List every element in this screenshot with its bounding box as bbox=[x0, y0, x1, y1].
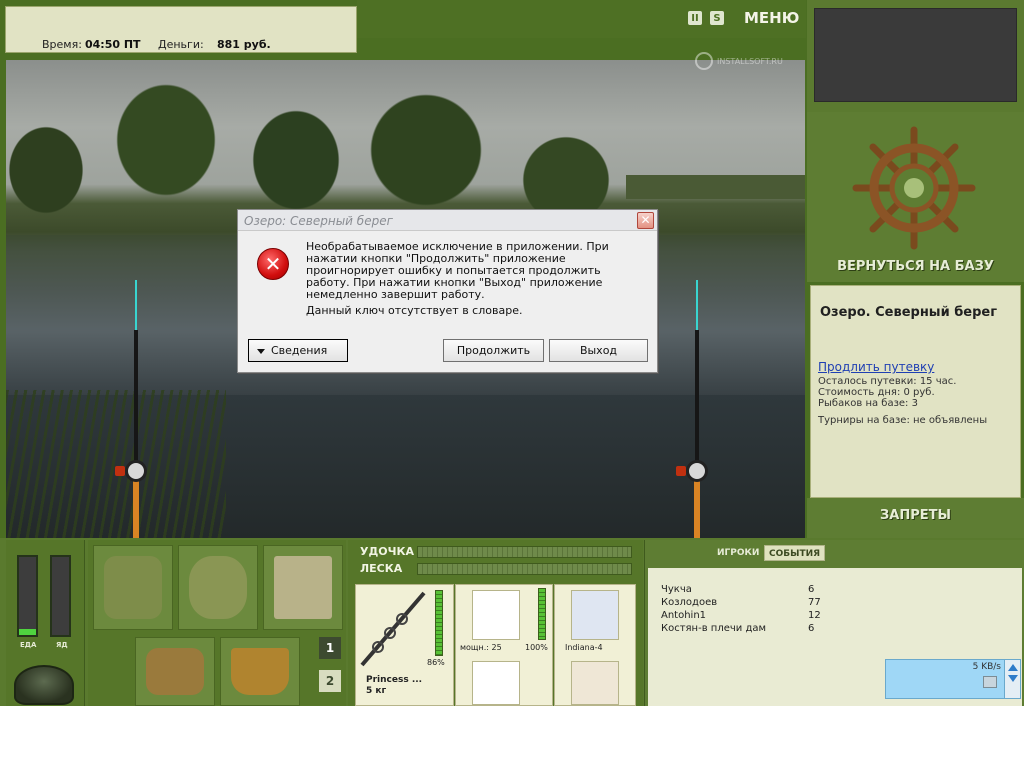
inventory-page-2[interactable]: 2 bbox=[319, 670, 341, 692]
bucket-icon bbox=[231, 648, 289, 695]
inventory-page-1[interactable]: 1 bbox=[319, 637, 341, 659]
top-icons: II S bbox=[688, 11, 724, 25]
inventory-slot-bucket[interactable] bbox=[220, 637, 300, 706]
continue-button[interactable]: Продолжить bbox=[443, 339, 544, 362]
time-value: 04:50 ПТ bbox=[85, 38, 141, 51]
rod-tension-bar bbox=[417, 546, 632, 558]
list-scroll[interactable] bbox=[1004, 659, 1021, 699]
network-status: 5 KB/s bbox=[885, 659, 1005, 699]
day-cost: Стоимость дня: 0 руб. bbox=[818, 387, 935, 398]
line-name: Indiana-4 bbox=[565, 643, 603, 652]
rod-condition-gauge bbox=[435, 590, 443, 656]
arrow-up-icon[interactable] bbox=[1007, 664, 1018, 671]
poison-label: ЯД bbox=[56, 641, 68, 649]
list-item-name: Костян-в плечи дам bbox=[661, 623, 767, 634]
rod-icon bbox=[360, 591, 426, 667]
error-dialog: Озеро: Северный берег ✕ ✕ Необрабатываем… bbox=[237, 209, 658, 373]
watermark: INSTALLSOFT.RU bbox=[695, 52, 783, 70]
food-label: ЕДА bbox=[20, 641, 37, 649]
reel-condition-gauge bbox=[538, 588, 546, 640]
inventory-slot-journal[interactable] bbox=[263, 545, 343, 630]
menu-button[interactable]: МЕНЮ bbox=[744, 9, 799, 27]
poison-meter bbox=[50, 555, 71, 637]
details-button[interactable]: Сведения bbox=[248, 339, 348, 362]
rod-card[interactable]: 86% Princess ... 5 кг bbox=[355, 584, 454, 706]
bait-icon[interactable] bbox=[571, 661, 619, 705]
location-info-panel: Озеро. Северный берег Продлить путевку О… bbox=[810, 285, 1021, 498]
list-item-score: 12 bbox=[808, 610, 821, 621]
list-item-score: 6 bbox=[808, 584, 815, 595]
back-to-base-button[interactable]: ВЕРНУТЬСЯ НА БАЗУ bbox=[807, 259, 1024, 274]
line-card[interactable]: Indiana-4 bbox=[554, 584, 636, 706]
reel-icon bbox=[115, 460, 151, 486]
pause-icon[interactable]: II bbox=[688, 11, 702, 25]
location-name: Озеро. Северный берег bbox=[820, 305, 998, 320]
watermark-text: INSTALLSOFT.RU bbox=[717, 56, 783, 66]
list-item-score: 77 bbox=[808, 597, 821, 608]
error-message: Необрабатываемое исключение в приложении… bbox=[306, 240, 609, 301]
arrow-down-icon[interactable] bbox=[1007, 675, 1018, 682]
details-button-label: Сведения bbox=[271, 344, 328, 357]
status-bar: Время: 04:50 ПТ Деньги: 881 руб. bbox=[5, 6, 357, 53]
far-shore bbox=[626, 175, 805, 199]
close-icon[interactable]: ✕ bbox=[637, 212, 654, 229]
butterfly-icon bbox=[695, 52, 713, 70]
time-label: Время: bbox=[42, 38, 82, 51]
list-item-score: 6 bbox=[808, 623, 815, 634]
inventory-slot-bag[interactable] bbox=[178, 545, 258, 630]
food-basket-icon bbox=[146, 648, 204, 695]
reel-icon bbox=[472, 590, 520, 640]
list-item-name: Чукча bbox=[661, 584, 692, 595]
fishing-line-icon bbox=[571, 590, 619, 640]
network-icon bbox=[983, 676, 997, 688]
tab-players[interactable]: ИГРОКИ bbox=[713, 545, 763, 561]
dialog-titlebar[interactable]: Озеро: Северный берег ✕ bbox=[238, 210, 657, 231]
rod-tip bbox=[696, 280, 698, 330]
tab-events[interactable]: СОБЫТИЯ bbox=[764, 545, 826, 561]
line-tension-bar bbox=[417, 563, 632, 575]
reel-card[interactable]: мощн.: 25 100% bbox=[455, 584, 553, 706]
rod-shaft bbox=[695, 330, 699, 470]
rod-weight: 5 кг bbox=[366, 686, 387, 696]
food-meter bbox=[17, 555, 38, 637]
list-item-name: Козлодоев bbox=[661, 597, 718, 608]
line-tension-label: ЛЕСКА bbox=[360, 562, 403, 575]
reel-power: мощн.: 25 bbox=[460, 643, 502, 652]
sound-icon[interactable]: S bbox=[710, 11, 724, 25]
journal-icon bbox=[274, 556, 332, 619]
money-value: 881 руб. bbox=[217, 38, 271, 51]
net-speed: 5 KB/s bbox=[972, 662, 1001, 672]
hook-icon[interactable] bbox=[472, 661, 520, 705]
fishers-count: Рыбаков на базе: 3 bbox=[818, 398, 918, 409]
chevron-down-icon bbox=[257, 348, 265, 354]
exit-button[interactable]: Выход bbox=[549, 339, 648, 362]
ship-wheel-icon[interactable] bbox=[852, 126, 976, 250]
permit-remaining: Осталось путевки: 15 час. bbox=[818, 376, 957, 387]
reel-icon bbox=[676, 460, 712, 486]
rod-condition-percent: 86% bbox=[427, 658, 445, 667]
rod-tension-label: УДОЧКА bbox=[360, 545, 415, 558]
top-strip bbox=[357, 0, 806, 38]
error-icon: ✕ bbox=[257, 248, 289, 280]
bait-bag-icon bbox=[189, 556, 247, 619]
reel-condition-percent: 100% bbox=[525, 643, 548, 652]
money-label: Деньги: bbox=[158, 38, 204, 51]
game-window: Время: 04:50 ПТ Деньги: 881 руб. II S МЕ… bbox=[0, 0, 1024, 706]
rod-tip bbox=[135, 280, 137, 330]
cauldron-icon[interactable] bbox=[14, 665, 74, 705]
food-meter-fill bbox=[19, 628, 36, 635]
extend-permit-link[interactable]: Продлить путевку bbox=[818, 360, 934, 374]
rod-name: Princess ... bbox=[366, 675, 423, 685]
minimap-screen bbox=[814, 8, 1017, 102]
rod-shaft bbox=[134, 330, 138, 470]
list-item-name: Antohin1 bbox=[661, 610, 707, 621]
error-detail: Данный ключ отсутствует в словаре. bbox=[306, 304, 523, 317]
inventory-slot-food[interactable] bbox=[135, 637, 215, 706]
dialog-title: Озеро: Северный берег bbox=[244, 214, 393, 228]
backpack-icon bbox=[104, 556, 162, 619]
tournaments-status: Турниры на базе: не объявлены bbox=[818, 415, 988, 426]
bans-button[interactable]: ЗАПРЕТЫ bbox=[807, 508, 1024, 523]
inventory-slot-backpack[interactable] bbox=[93, 545, 173, 630]
